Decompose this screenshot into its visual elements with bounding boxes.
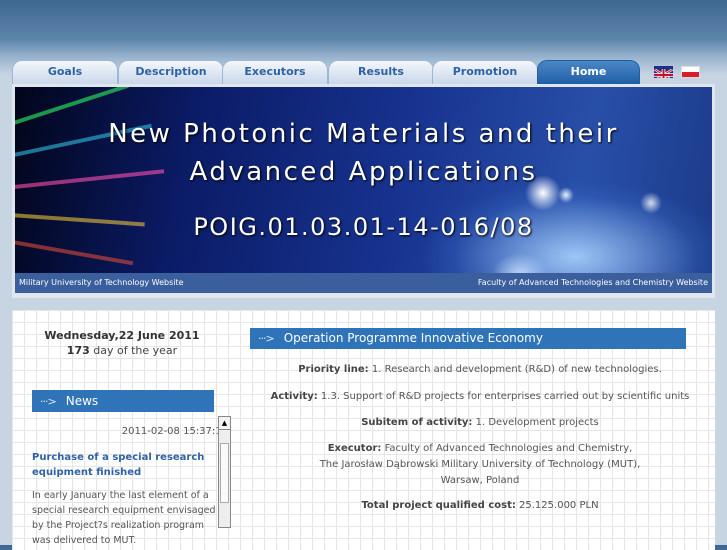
cost-line: Total project qualified cost: 25.125.000…: [250, 498, 710, 514]
date-weekday: Wednesday,: [44, 329, 119, 342]
news-heading: ···> News: [32, 390, 214, 412]
day-number: 173: [66, 344, 90, 357]
tab-results[interactable]: Results: [328, 60, 434, 84]
main-content: Wednesday,22 June 2011 173 day of the ye…: [12, 310, 715, 550]
executor-block: Executor: Faculty of Advanced Technologi…: [250, 441, 710, 489]
subitem-label: Subitem of activity:: [361, 417, 473, 428]
arrow-right-icon: ···>: [258, 332, 275, 345]
tab-goals[interactable]: Goals: [12, 60, 118, 84]
date-box: Wednesday,22 June 2011 173 day of the ye…: [32, 328, 212, 358]
news-scrollbar[interactable]: ▲: [218, 416, 231, 528]
news-title-link[interactable]: Purchase of a special research equipment…: [32, 450, 217, 480]
activity-line: Activity: 1.3. Support of R&D projects f…: [250, 389, 710, 405]
tab-executors[interactable]: Executors: [222, 60, 328, 84]
day-suffix: day of the year: [93, 344, 178, 357]
activity-label: Activity:: [270, 391, 318, 402]
date-value: 22 June 2011: [118, 329, 200, 342]
subitem-value: 1. Development projects: [475, 417, 599, 428]
news-timestamp: 2011-02-08 15:37:13: [121, 426, 228, 437]
banner-title-line2: Advanced Applications: [189, 157, 538, 187]
priority-line: Priority line: 1. Research and developme…: [250, 362, 710, 378]
uk-flag-icon[interactable]: [654, 66, 673, 78]
banner-title-line1: New Photonic Materials and their: [108, 119, 619, 149]
pl-flag-icon[interactable]: [681, 66, 700, 78]
faculty-website-link[interactable]: Faculty of Advanced Technologies and Che…: [478, 273, 708, 293]
news-body: In early January the last element of a s…: [32, 490, 216, 546]
activity-value: 1.3. Support of R&D projects for enterpr…: [320, 391, 690, 402]
tab-description[interactable]: Description: [118, 60, 224, 84]
header-banner: New Photonic Materials and their Advance…: [12, 84, 715, 298]
cost-label: Total project qualified cost:: [361, 500, 516, 511]
programme-heading-label: Operation Programme Innovative Economy: [283, 331, 543, 345]
arrow-right-icon: ···>: [40, 395, 57, 408]
executor-line3: Warsaw, Poland: [440, 475, 520, 486]
scroll-thumb[interactable]: [220, 443, 229, 503]
uk-flag-graphic: [654, 67, 673, 78]
main-navigation: Goals Description Executors Results Prom…: [12, 60, 702, 84]
priority-label: Priority line:: [298, 364, 369, 375]
programme-heading: ···> Operation Programme Innovative Econo…: [250, 328, 686, 349]
scroll-up-arrow-icon[interactable]: ▲: [219, 417, 230, 430]
banner-links-bar: Military University of Technology Websit…: [15, 273, 712, 293]
executor-line2: The Jarosław Dąbrowski Military Universi…: [319, 459, 641, 470]
banner-image: New Photonic Materials and their Advance…: [15, 87, 712, 273]
subitem-line: Subitem of activity: 1. Development proj…: [250, 415, 710, 431]
tab-home[interactable]: Home: [537, 60, 640, 84]
tab-promotion[interactable]: Promotion: [432, 60, 538, 84]
cost-value: 25.125.000 PLN: [519, 500, 599, 511]
project-code: POIG.01.03.01-14-016/08: [193, 213, 534, 241]
news-heading-label: News: [65, 394, 99, 408]
executor-line1: Faculty of Advanced Technologies and Che…: [384, 443, 633, 454]
mut-website-link[interactable]: Military University of Technology Websit…: [19, 273, 184, 293]
priority-value: 1. Research and development (R&D) of new…: [371, 364, 662, 375]
executor-label: Executor:: [327, 443, 382, 454]
